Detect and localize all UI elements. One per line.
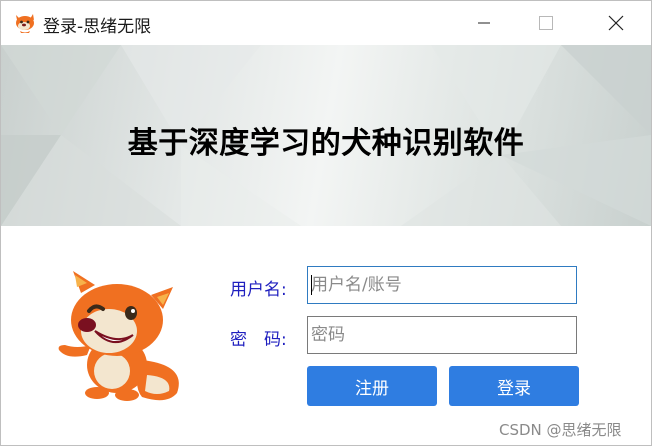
app-heading: 基于深度学习的犬种识别软件: [127, 126, 525, 161]
password-input[interactable]: [307, 316, 577, 354]
username-input[interactable]: [307, 266, 577, 304]
password-label: 密 码:: [230, 330, 287, 350]
csdn-watermark: CSDN @思绪无限: [499, 421, 622, 439]
username-label: 用户名:: [230, 280, 287, 300]
login-window: 登录-思绪无限 基于深度学习的犬种识别软件 用户名: 用户名/账号 密 码: 密…: [0, 0, 652, 446]
window-title: 登录-思绪无限: [43, 17, 152, 37]
text-caret: [311, 275, 312, 295]
close-icon: [608, 15, 624, 31]
squirrel-mascot-icon: [16, 14, 34, 33]
register-button[interactable]: 注册: [307, 366, 437, 406]
login-button[interactable]: 登录: [449, 366, 579, 406]
minimize-icon: [478, 22, 490, 24]
header-banner: 基于深度学习的犬种识别软件: [1, 45, 651, 226]
maximize-button[interactable]: [523, 1, 569, 45]
close-button[interactable]: [593, 1, 639, 45]
minimize-button[interactable]: [461, 1, 507, 45]
squirrel-mascot-illustration: [58, 271, 179, 401]
maximize-icon: [539, 16, 553, 30]
title-bar[interactable]: 登录-思绪无限: [1, 1, 651, 45]
